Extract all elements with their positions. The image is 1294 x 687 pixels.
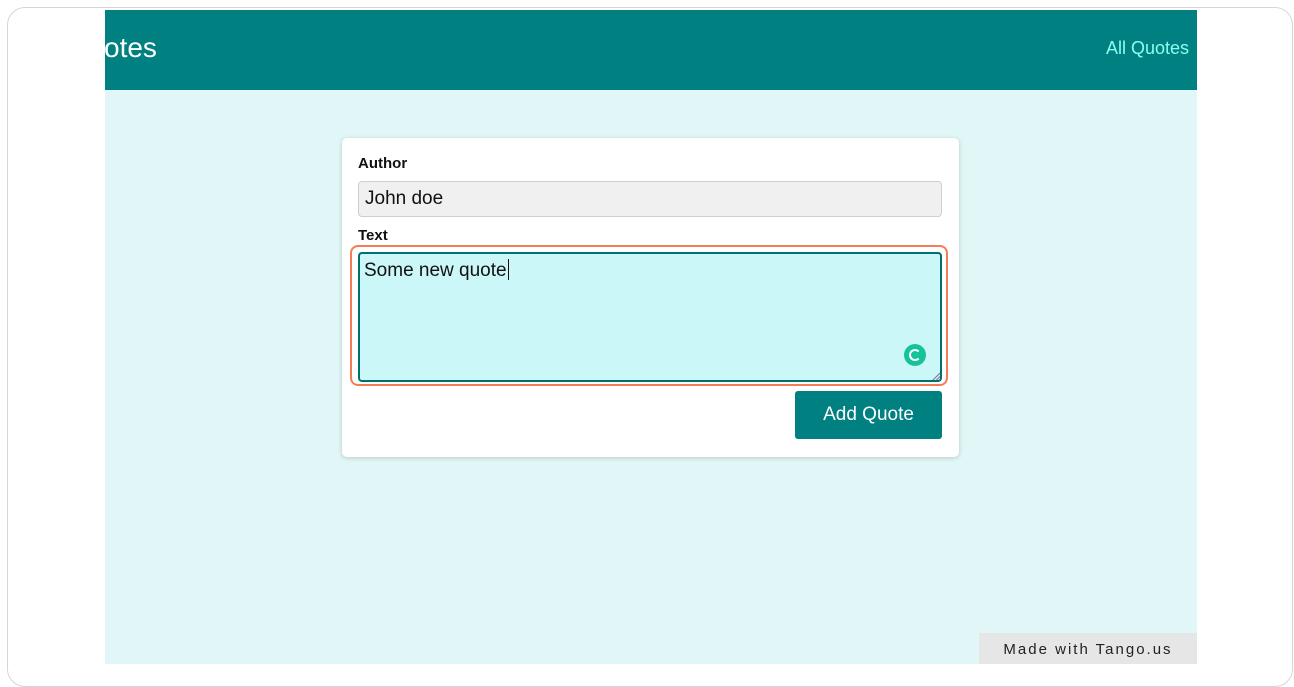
text-label: Text: [358, 227, 388, 244]
quote-text-content: Some new quote: [364, 260, 507, 281]
quote-text-value: Some new quote: [364, 259, 509, 282]
grammarly-ring: [909, 349, 921, 361]
site-header: otes All Quotes: [105, 10, 1197, 90]
site-brand[interactable]: otes: [105, 32, 157, 64]
resize-grip-icon[interactable]: [932, 372, 940, 380]
quote-form-card: Author Text Some new quote Add Quote: [342, 138, 959, 457]
author-label: Author: [358, 155, 408, 172]
text-cursor: [507, 259, 509, 280]
tango-watermark: Made with Tango.us: [979, 633, 1197, 664]
all-quotes-link[interactable]: All Quotes: [1106, 38, 1189, 59]
browser-viewport: otes All Quotes Author Text Some new quo…: [105, 10, 1197, 664]
grammarly-icon[interactable]: [904, 344, 926, 366]
add-quote-button[interactable]: Add Quote: [795, 391, 942, 439]
author-input[interactable]: [358, 181, 942, 217]
